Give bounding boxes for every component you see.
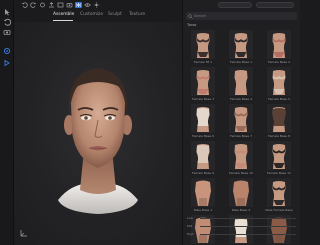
torso-thumbnail: [229, 67, 253, 96]
torso-item-label: Female Base 5: [268, 97, 290, 101]
torso-item-label: Female Base 9: [192, 171, 214, 175]
torso-thumbnail: [229, 30, 253, 59]
camera-icon[interactable]: [3, 28, 11, 36]
torso-item-label: Female Base 3: [192, 97, 214, 101]
torso-item-label: Female Base 7: [230, 134, 252, 138]
torso-item[interactable]: Female Base 11: [264, 141, 294, 178]
tab-texture[interactable]: Texture: [129, 12, 145, 17]
character-head-model[interactable]: [14, 22, 182, 245]
light-icon[interactable]: [93, 2, 100, 8]
slider-low[interactable]: Low: [186, 216, 298, 221]
torso-item-label: Female Fit 1: [193, 60, 213, 64]
torso-item[interactable]: Female Base 9: [188, 141, 218, 178]
cursor-icon[interactable]: [3, 8, 11, 16]
pose-icon[interactable]: [3, 59, 11, 67]
undo-icon[interactable]: [3, 18, 11, 26]
mode-tabs: Assemble Customize Sculpt Texture: [14, 11, 182, 21]
torso-thumbnail: [229, 104, 253, 133]
torso-item[interactable]: Male Base 1: [188, 178, 218, 215]
tab-assemble[interactable]: Assemble: [53, 12, 74, 17]
torso-item[interactable]: Female Base 5: [264, 67, 294, 104]
torso-item[interactable]: Female Base 1: [226, 30, 256, 67]
slider-high[interactable]: High: [186, 232, 298, 237]
torso-thumbnail: [191, 67, 215, 96]
rotate-icon[interactable]: [3, 47, 11, 55]
torso-item-label: Male Base 1: [193, 208, 213, 212]
torso-item-label: Female Base 10: [229, 171, 253, 175]
torso-item[interactable]: Female Fit 1: [188, 30, 218, 67]
torso-item-label: Male Female Base: [265, 208, 293, 212]
torso-item-label: Female Base 2: [268, 60, 290, 64]
tab-customize[interactable]: Customize: [80, 12, 103, 17]
torso-thumbnail: [191, 141, 215, 170]
mirror-icon[interactable]: [75, 2, 82, 8]
asset-library-panel: Search Torso Female Fit 1 Female Base 1 Fe…: [182, 0, 300, 245]
torso-thumbnail: [267, 104, 291, 133]
left-toolbar: [0, 0, 14, 245]
torso-item-label: Female Base 8: [268, 134, 290, 138]
panel-action-button-1[interactable]: [218, 2, 252, 8]
reset-icon[interactable]: [39, 2, 46, 8]
torso-item[interactable]: Female Base 3: [188, 67, 218, 104]
torso-item-label: Male Base 2: [231, 208, 251, 212]
torso-thumbnail: [191, 178, 215, 207]
search-input[interactable]: Search: [186, 12, 297, 20]
3d-viewport[interactable]: [14, 22, 182, 245]
torso-item[interactable]: Female Base 4: [226, 67, 256, 104]
search-icon: [188, 13, 193, 19]
torso-thumbnail: [267, 30, 291, 59]
view-icon[interactable]: [84, 2, 91, 8]
torso-item-label: Female Base 1: [230, 60, 252, 64]
camera-icon[interactable]: [66, 2, 73, 8]
export-icon[interactable]: [48, 2, 55, 8]
tab-sculpt[interactable]: Sculpt: [108, 12, 122, 17]
torso-thumbnail: [267, 141, 291, 170]
torso-item[interactable]: Female Base 6: [188, 104, 218, 141]
torso-thumbnail: [267, 67, 291, 96]
panel-action-button-2[interactable]: [256, 2, 294, 8]
active-tab-indicator: [53, 19, 73, 21]
top-toolbar: [14, 0, 182, 10]
frame-icon[interactable]: [57, 2, 64, 8]
torso-item[interactable]: Female Base 2: [264, 30, 294, 67]
torso-thumbnail: [267, 178, 291, 207]
torso-thumbnail: [229, 141, 253, 170]
torso-item[interactable]: Female Base 7: [226, 104, 256, 141]
redo-icon[interactable]: [30, 2, 37, 8]
torso-thumbnail: [229, 178, 253, 207]
torso-item[interactable]: Male Base 2: [226, 178, 256, 215]
torso-thumbnail: [191, 104, 215, 133]
torso-item-label: Female Base 11: [267, 171, 291, 175]
torso-item[interactable]: Male Female Base: [264, 178, 294, 215]
torso-item[interactable]: Female Base 10: [226, 141, 256, 178]
torso-item[interactable]: Female Base 8: [264, 104, 294, 141]
search-placeholder: Search: [194, 13, 207, 18]
torso-item-label: Female Base 6: [192, 134, 214, 138]
section-title: Torso: [187, 23, 197, 27]
slider-mid[interactable]: Mid: [186, 224, 298, 229]
axis-gizmo-icon: [20, 230, 27, 237]
torso-item-label: Female Base 4: [230, 97, 252, 101]
undo-icon[interactable]: [21, 2, 28, 8]
torso-thumbnail: [191, 30, 215, 59]
